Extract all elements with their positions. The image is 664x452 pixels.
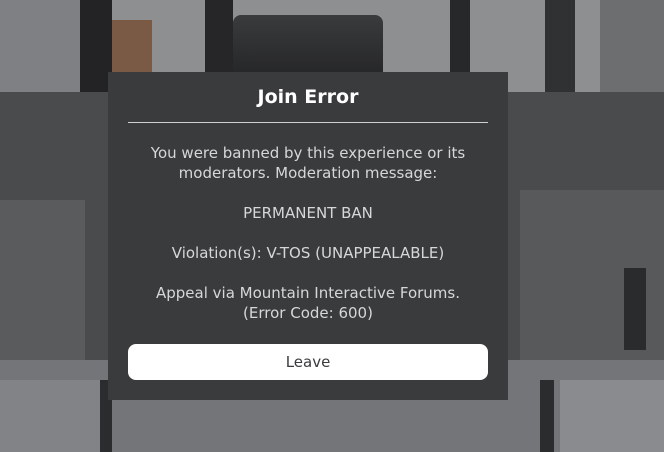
appeal-info: Appeal via Mountain Interactive Forums. … (128, 283, 488, 323)
dialog-title: Join Error (257, 86, 359, 108)
background-panel (600, 0, 664, 92)
background-object (112, 20, 152, 75)
join-error-dialog: Join Error You were banned by this exper… (108, 72, 508, 400)
game-viewport: Join Error You were banned by this exper… (0, 0, 664, 452)
ban-notice: You were banned by this experience or it… (128, 143, 488, 183)
background-pillar (624, 268, 646, 350)
violation-text: Violation(s): V-TOS (UNAPPEALABLE) (171, 244, 445, 262)
background-panel (560, 380, 664, 452)
background-panel (0, 0, 80, 92)
ban-notice-line-1: You were banned by this experience or it… (150, 144, 466, 162)
background-panel (0, 200, 85, 360)
appeal-line: Appeal via Mountain Interactive Forums. (155, 284, 461, 302)
background-pillar (545, 0, 575, 92)
title-divider (128, 122, 488, 123)
error-message: You were banned by this experience or it… (128, 143, 488, 323)
leave-button[interactable]: Leave (128, 344, 488, 380)
error-code: (Error Code: 600) (243, 304, 373, 322)
moderation-message: PERMANENT BAN (243, 204, 373, 222)
background-panel (0, 380, 100, 452)
ban-notice-line-2: moderators. Moderation message: (178, 164, 438, 182)
background-pillar (540, 380, 554, 452)
